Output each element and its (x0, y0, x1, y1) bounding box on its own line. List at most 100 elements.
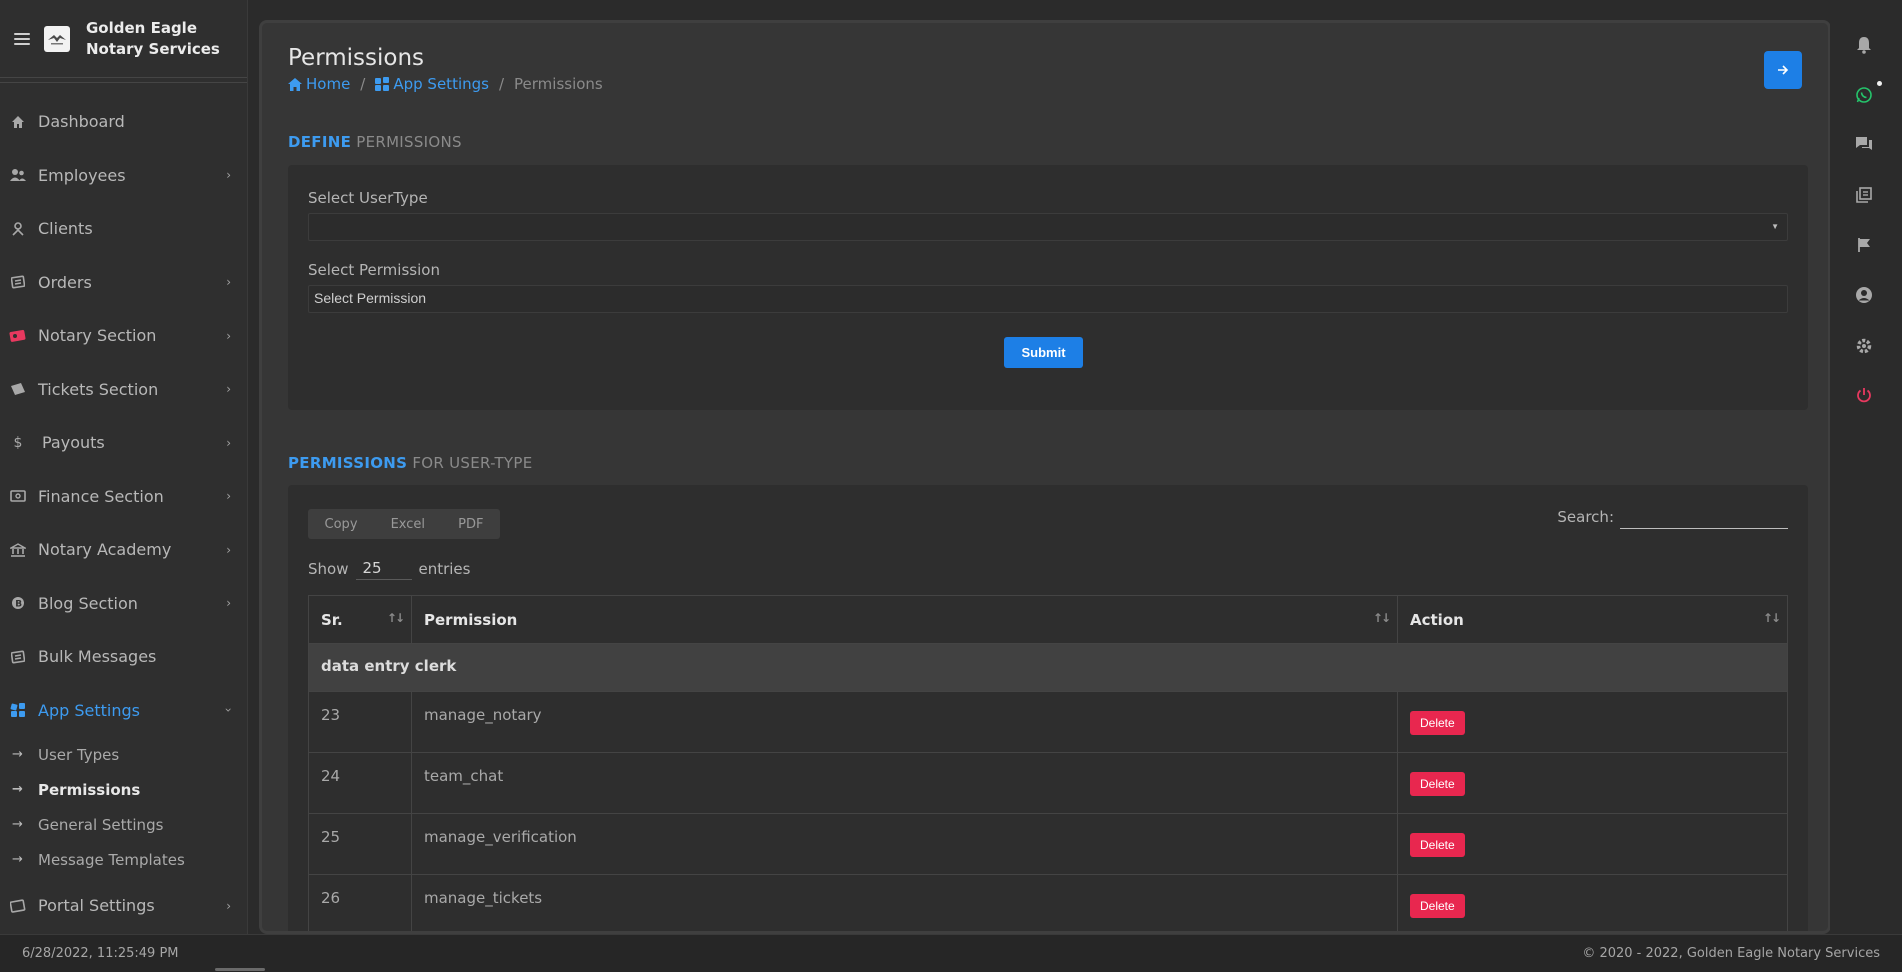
caret-down-icon: ▼ (1771, 222, 1779, 231)
arrow-right-icon: → (12, 747, 23, 762)
breadcrumb-separator: / (360, 75, 366, 93)
sidebar-item-tickets-section[interactable]: Tickets Section › (0, 363, 247, 417)
sort-icon: ↑↓ (1762, 611, 1781, 625)
table-group-row: data entry clerk (308, 643, 1788, 692)
sidebar-subitem-permissions[interactable]: → Permissions (0, 772, 247, 807)
orders-icon (8, 274, 28, 290)
finance-icon (8, 488, 28, 504)
chevron-right-icon: › (226, 596, 231, 611)
cell-sr: 24 (308, 752, 412, 814)
breadcrumb-app-settings[interactable]: App Settings (375, 75, 489, 93)
sidebar-item-payouts[interactable]: $ Payouts › (0, 416, 247, 470)
sidebar-item-blog-section[interactable]: B Blog Section › (0, 577, 247, 631)
arrow-right-icon: → (12, 817, 23, 832)
brand-logo (44, 25, 70, 52)
pdf-button[interactable]: PDF (458, 517, 483, 532)
permissions-list-heading: PERMISSIONS FOR USER-TYPE (288, 454, 533, 472)
delete-button[interactable]: Delete (1410, 772, 1465, 796)
sidebar-item-clients[interactable]: Clients (0, 202, 247, 256)
delete-button[interactable]: Delete (1410, 711, 1465, 735)
whatsapp-icon[interactable] (1854, 85, 1874, 105)
column-header-action[interactable]: Action ↑↓ (1397, 595, 1788, 644)
search-input[interactable] (1620, 505, 1788, 529)
sidebar-item-label: Finance Section (38, 486, 164, 506)
sidebar-subitem-general-settings[interactable]: → General Settings (0, 807, 247, 842)
permissions-table: Sr. ↑↓ Permission ↑↓ Action ↑↓ data entr… (308, 595, 1788, 931)
menu-icon[interactable] (14, 32, 30, 45)
horizontal-scrollbar[interactable] (215, 968, 265, 971)
sidebar-subitem-user-types[interactable]: → User Types (0, 737, 247, 772)
excel-button[interactable]: Excel (391, 517, 425, 532)
portal-icon (8, 898, 28, 914)
entries-label: entries (418, 559, 471, 578)
brand-header: Golden Eagle Notary Services (0, 0, 247, 78)
sidebar-item-label: Notary Academy (38, 540, 172, 560)
account-icon[interactable] (1854, 285, 1874, 305)
sidebar-subitem-label: Permissions (38, 780, 141, 799)
sidebar-item-notary-section[interactable]: Notary Section › (0, 309, 247, 363)
column-header-sr[interactable]: Sr. ↑↓ (308, 595, 412, 644)
sidebar-item-employees[interactable]: Employees › (0, 149, 247, 203)
search-label: Search: (1557, 508, 1614, 526)
sidebar-item-label: Clients (38, 219, 93, 239)
heading-muted: FOR USER-TYPE (412, 454, 533, 472)
breadcrumb-home-label: Home (306, 75, 351, 93)
submit-button[interactable]: Submit (1004, 337, 1083, 368)
chat-icon[interactable] (1854, 134, 1874, 154)
heading-strong: DEFINE (288, 133, 352, 151)
group-label: data entry clerk (308, 643, 1788, 692)
heading-muted: PERMISSIONS (356, 133, 462, 151)
chevron-right-icon: › (226, 542, 231, 557)
chevron-right-icon: › (226, 898, 231, 913)
sidebar-item-label: Dashboard (38, 112, 125, 132)
sidebar-item-portal-settings[interactable]: Portal Settings › (0, 879, 247, 933)
power-icon[interactable] (1854, 385, 1874, 405)
table-row: 25 manage_verification Delete (308, 813, 1788, 875)
define-permissions-card: Select UserType ▼ Select Permission Sele… (288, 165, 1808, 410)
sidebar-subnav: → User Types → Permissions → General Set… (0, 737, 247, 877)
column-header-permission[interactable]: Permission ↑↓ (411, 595, 1398, 644)
delete-button[interactable]: Delete (1410, 894, 1465, 918)
chevron-right-icon: › (226, 328, 231, 343)
cell-action: Delete (1397, 874, 1788, 931)
library-icon[interactable] (1854, 185, 1874, 205)
cell-action: Delete (1397, 813, 1788, 875)
sidebar-item-app-settings[interactable]: App Settings › (0, 684, 247, 738)
sort-icon: ↑↓ (386, 611, 405, 625)
breadcrumb-home[interactable]: Home (288, 75, 350, 93)
copy-button[interactable]: Copy (325, 517, 358, 532)
sidebar-item-bulk-messages[interactable]: Bulk Messages (0, 630, 247, 684)
sidebar-item-label: Payouts (42, 433, 105, 453)
bell-icon[interactable] (1854, 35, 1874, 55)
messages-icon (8, 649, 28, 665)
arrow-right-icon (1778, 65, 1789, 75)
dollar-icon: $ (13, 434, 23, 451)
table-row: 24 team_chat Delete (308, 752, 1788, 814)
sidebar-item-finance-section[interactable]: Finance Section › (0, 470, 247, 524)
page-title: Permissions (288, 45, 425, 71)
entries-control: Show 25 entries (308, 557, 470, 580)
forward-button[interactable] (1764, 51, 1802, 89)
footer-copyright: © 2020 - 2022, Golden Eagle Notary Servi… (1582, 946, 1880, 961)
sidebar-item-dashboard[interactable]: Dashboard (0, 95, 247, 149)
permission-select[interactable]: Select Permission (308, 285, 1788, 313)
usertype-select[interactable]: ▼ (308, 213, 1788, 241)
cell-sr: 23 (308, 691, 412, 753)
chevron-right-icon: › (226, 489, 231, 504)
flag-icon[interactable] (1854, 235, 1874, 255)
arrow-right-icon: → (12, 782, 23, 797)
sidebar-subitem-message-templates[interactable]: → Message Templates (0, 842, 247, 877)
breadcrumb-current: Permissions (514, 75, 603, 93)
entries-select[interactable]: 25 (356, 557, 413, 580)
academy-icon (8, 542, 28, 558)
sidebar-item-notary-academy[interactable]: Notary Academy › (0, 523, 247, 577)
column-header-label: Permission (424, 610, 518, 629)
arrow-right-icon: → (12, 852, 23, 867)
sidebar-item-orders[interactable]: Orders › (0, 256, 247, 310)
gear-icon[interactable] (1854, 336, 1874, 356)
sidebar-subitem-label: User Types (38, 745, 120, 764)
delete-button[interactable]: Delete (1410, 833, 1465, 857)
notary-icon (8, 328, 28, 344)
sidebar-nav: Dashboard Employees › Clients Orders › N… (0, 83, 247, 737)
breadcrumb-app-settings-label: App Settings (393, 75, 489, 93)
